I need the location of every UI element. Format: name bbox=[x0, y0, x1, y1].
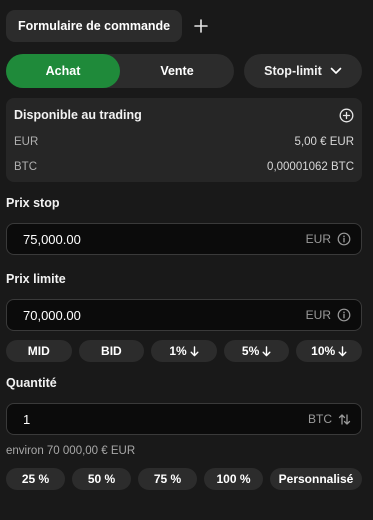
arrow-down-icon bbox=[338, 345, 347, 356]
price-chips: MID BID 1% 5% 10% bbox=[6, 340, 362, 362]
info-icon[interactable] bbox=[337, 308, 351, 322]
stop-price-input[interactable]: 75,000.00 EUR bbox=[6, 223, 362, 255]
quantity-label: Quantité bbox=[6, 376, 57, 390]
quantity-25-chip[interactable]: 25 % bbox=[6, 468, 65, 490]
buy-button[interactable]: Achat bbox=[6, 54, 120, 88]
stop-price-value: 75,000.00 bbox=[23, 231, 81, 247]
info-icon[interactable] bbox=[337, 232, 351, 246]
swap-icon[interactable] bbox=[338, 413, 351, 426]
quantity-50-chip[interactable]: 50 % bbox=[72, 468, 131, 490]
chip-label: BID bbox=[101, 344, 122, 358]
limit-price-label: Prix limite bbox=[6, 272, 66, 286]
quantity-input[interactable]: 1 BTC bbox=[6, 403, 362, 435]
quantity-100-chip[interactable]: 100 % bbox=[204, 468, 263, 490]
add-tab-button[interactable] bbox=[188, 13, 214, 39]
limit-price-value: 70,000.00 bbox=[23, 307, 81, 323]
order-type-dropdown[interactable]: Stop-limit bbox=[244, 54, 362, 88]
stop-price-currency: EUR bbox=[305, 232, 331, 246]
balance-card: Disponible au trading EUR 5,00 € EUR BTC… bbox=[6, 98, 362, 182]
quantity-currency: BTC bbox=[308, 412, 332, 426]
balance-amount: 5,00 € EUR bbox=[294, 136, 354, 148]
estimated-total: environ 70 000,00 € EUR bbox=[6, 445, 136, 457]
buy-sell-toggle: Achat Vente bbox=[6, 54, 234, 88]
arrow-down-icon bbox=[190, 345, 199, 356]
side-row: Achat Vente Stop-limit bbox=[6, 54, 362, 88]
stop-price-label: Prix stop bbox=[6, 196, 60, 210]
chip-label: 1% bbox=[169, 344, 187, 358]
balance-currency: EUR bbox=[14, 136, 39, 148]
bid-price-chip[interactable]: BID bbox=[78, 340, 145, 362]
add-circle-icon[interactable] bbox=[339, 108, 354, 123]
ten-percent-chip[interactable]: 10% bbox=[296, 340, 362, 362]
order-type-label: Stop-limit bbox=[264, 64, 322, 78]
balance-currency: BTC bbox=[14, 161, 37, 173]
chevron-down-icon bbox=[330, 67, 342, 74]
tabs-row: Formulaire de commande bbox=[6, 10, 214, 42]
sell-button[interactable]: Vente bbox=[120, 54, 234, 88]
chip-label: MID bbox=[27, 344, 50, 358]
mid-price-chip[interactable]: MID bbox=[6, 340, 72, 362]
chip-label: 10% bbox=[311, 344, 336, 358]
quantity-75-chip[interactable]: 75 % bbox=[138, 468, 197, 490]
plus-icon bbox=[194, 19, 208, 33]
quantity-custom-chip[interactable]: Personnalisé bbox=[270, 468, 362, 490]
chip-label: 5% bbox=[241, 344, 260, 358]
limit-price-currency: EUR bbox=[305, 308, 331, 322]
balance-title: Disponible au trading bbox=[14, 108, 142, 122]
tab-order-form[interactable]: Formulaire de commande bbox=[6, 10, 183, 42]
balance-row-eur: EUR 5,00 € EUR bbox=[14, 136, 354, 148]
one-percent-chip[interactable]: 1% bbox=[151, 340, 217, 362]
arrow-down-icon bbox=[262, 345, 271, 356]
limit-price-input[interactable]: 70,000.00 EUR bbox=[6, 299, 362, 331]
balance-amount: 0,00001062 BTC bbox=[267, 161, 354, 173]
quantity-chips: 25 % 50 % 75 % 100 % Personnalisé bbox=[6, 468, 362, 490]
five-percent-chip[interactable]: 5% bbox=[223, 340, 290, 362]
balance-row-btc: BTC 0,00001062 BTC bbox=[14, 161, 354, 173]
quantity-value: 1 bbox=[23, 411, 31, 427]
